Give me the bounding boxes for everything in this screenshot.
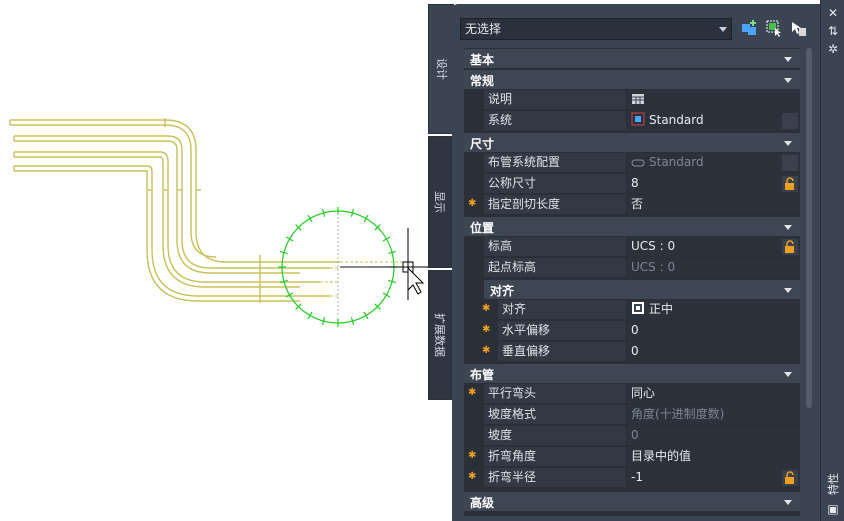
prop-justify[interactable]: ✱ 对齐 正中 — [464, 300, 800, 320]
chevron-down-icon — [784, 141, 792, 146]
vertical-scrollbar[interactable] — [806, 48, 812, 408]
category-basic[interactable]: 基本 — [464, 48, 800, 68]
palette-side-tabs: 设计 显示 扩展数据 — [428, 4, 454, 400]
settings-icon[interactable]: ✲ — [826, 42, 840, 56]
search-icon[interactable] — [782, 155, 798, 171]
category-advanced[interactable]: 高级 — [464, 491, 800, 511]
palette-icon[interactable]: ▣ — [826, 502, 840, 516]
chevron-down-icon — [784, 57, 792, 62]
asterisk-icon: ✱ — [482, 303, 491, 314]
quick-select-icon[interactable] — [788, 18, 808, 38]
tab-design[interactable]: 设计 — [428, 4, 454, 134]
category-routing[interactable]: 布管 — [464, 363, 800, 383]
properties-palette: 无选择 基本 常规 说明 系统 Standard 尺寸 布管系统配置 Stand… — [452, 4, 820, 521]
asterisk-icon: ✱ — [468, 387, 477, 398]
prop-start-elevation[interactable]: 起点标高 UCS : 0 — [464, 258, 800, 278]
prop-elevation[interactable]: 标高 UCS : 0 — [464, 237, 800, 257]
category-general[interactable]: 常规 — [464, 69, 800, 89]
chevron-down-icon — [784, 372, 792, 377]
crosshair-cursor-icon — [368, 228, 428, 300]
add-selected-icon[interactable] — [740, 18, 760, 38]
chevron-down-icon — [784, 78, 792, 83]
table-icon[interactable] — [631, 93, 645, 105]
asterisk-icon: ✱ — [468, 198, 477, 209]
asterisk-icon: ✱ — [482, 345, 491, 356]
compass-tick — [382, 236, 391, 242]
prop-slope[interactable]: 坡度 0 — [464, 426, 800, 446]
prop-bend-angle[interactable]: ✱ 折弯角度 目录中的值 — [464, 447, 800, 467]
compass-tick — [363, 214, 369, 223]
palette-title-strip: ✕ ⇅ ✲ 特性 ▣ — [820, 0, 844, 521]
category-location[interactable]: 位置 — [464, 216, 800, 236]
pipe-2b — [14, 140, 300, 274]
select-objects-icon[interactable] — [764, 18, 784, 38]
prop-system[interactable]: 系统 Standard — [464, 111, 800, 131]
palette-title: 特性 — [827, 473, 840, 495]
tab-extended-data[interactable]: 扩展数据 — [428, 270, 452, 400]
lock-icon[interactable] — [782, 176, 798, 192]
chevron-down-icon — [784, 225, 792, 230]
lock-icon[interactable] — [782, 239, 798, 255]
category-dimensions[interactable]: 尺寸 — [464, 132, 800, 152]
prop-specify-cut-length[interactable]: ✱ 指定剖切长度 否 — [464, 195, 800, 215]
tab-display[interactable]: 显示 — [428, 136, 452, 268]
lock-icon[interactable] — [782, 470, 798, 486]
prop-description[interactable]: 说明 — [464, 90, 800, 110]
compass-tick — [307, 214, 313, 223]
prop-slope-format[interactable]: 坡度格式 角度(十进制度数) — [464, 405, 800, 425]
close-icon[interactable]: ✕ — [826, 6, 840, 20]
justify-center-icon — [632, 302, 644, 314]
chevron-down-icon — [784, 500, 792, 505]
prop-routing-preference[interactable]: 布管系统配置 Standard — [464, 153, 800, 173]
property-grid: 基本 常规 说明 系统 Standard 尺寸 布管系统配置 Standard — [464, 48, 800, 516]
compass-tick — [285, 236, 294, 242]
pipe-1b — [10, 124, 217, 258]
asterisk-icon: ✱ — [468, 471, 477, 482]
prop-bend-radius[interactable]: ✱ 折弯半径 -1 — [464, 468, 800, 488]
category-justification[interactable]: 对齐 — [484, 279, 800, 299]
routing-pref-icon — [631, 159, 645, 167]
prop-nominal-size[interactable]: 公称尺寸 8 — [464, 174, 800, 194]
compass-tick — [382, 292, 391, 298]
system-icon — [631, 112, 645, 126]
prop-vertical-offset[interactable]: ✱ 垂直偏移 0 — [464, 342, 800, 362]
pipe-run-group[interactable] — [9, 118, 340, 303]
asterisk-icon: ✱ — [468, 450, 477, 461]
compass-tick — [307, 311, 313, 320]
pipe-2 — [14, 135, 330, 269]
drawing-canvas[interactable] — [0, 0, 452, 521]
search-icon[interactable] — [782, 113, 798, 129]
auto-hide-icon[interactable]: ⇅ — [826, 24, 840, 38]
chevron-down-icon — [784, 288, 792, 293]
chevron-down-icon — [719, 27, 727, 32]
prop-parallel-bend[interactable]: ✱ 平行弯头 同心 — [464, 384, 800, 404]
selection-dropdown[interactable]: 无选择 — [460, 18, 732, 40]
asterisk-icon: ✱ — [482, 324, 491, 335]
prop-horizontal-offset[interactable]: ✱ 水平偏移 0 — [464, 321, 800, 341]
compass-tick — [363, 311, 369, 320]
